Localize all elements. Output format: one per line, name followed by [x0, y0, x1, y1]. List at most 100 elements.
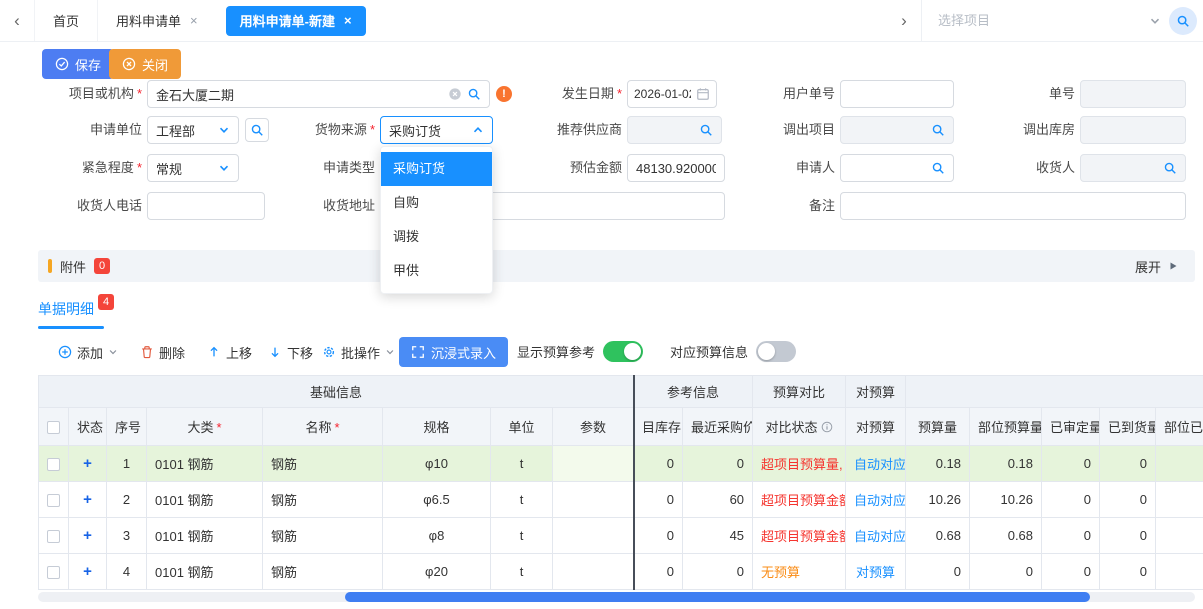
search-icon[interactable] [931, 123, 945, 137]
cell-part-budget-qty: 0.68 [970, 518, 1042, 554]
dropdown-option-owner-supply[interactable]: 甲供 [381, 254, 492, 288]
cell-category[interactable]: 0101 钢筋 [147, 446, 263, 482]
cell-name[interactable]: 钢筋 [263, 446, 383, 482]
move-down-button[interactable]: 下移 [268, 337, 313, 367]
cell-last-price: 45 [683, 518, 753, 554]
cell-spec[interactable]: φ10 [383, 446, 491, 482]
cell-category[interactable]: 0101 钢筋 [147, 554, 263, 590]
search-icon[interactable] [699, 123, 713, 137]
row-checkbox[interactable] [47, 566, 60, 579]
row-add-icon[interactable]: + [69, 446, 107, 482]
cell-param[interactable] [553, 554, 634, 590]
budget-info-toggle[interactable] [756, 341, 796, 362]
check-circle-icon [55, 57, 69, 71]
cell-part-more [1156, 518, 1203, 554]
show-budget-ref-label: 显示预算参考 [517, 342, 595, 361]
expand-button[interactable]: 展开 [1135, 257, 1179, 276]
row-checkbox[interactable] [47, 530, 60, 543]
cell-param[interactable] [553, 518, 634, 554]
cell-budget-link[interactable]: 自动对应 [846, 482, 906, 518]
table-row-3[interactable]: + 3 0101 钢筋 钢筋 φ8 t 0 45 超项目预算金额 自动对应 0.… [39, 518, 1203, 554]
close-button[interactable]: 关闭 [109, 49, 181, 79]
dropdown-option-purchase[interactable]: 采购订货 [381, 152, 492, 186]
cell-param[interactable] [553, 446, 634, 482]
clear-icon[interactable] [448, 87, 462, 101]
tab-material-request-new[interactable]: 用料申请单-新建 × [226, 6, 366, 36]
project-search-button[interactable] [1169, 7, 1197, 35]
horizontal-scrollbar[interactable] [38, 592, 1195, 602]
tab-detail-lines[interactable]: 单据明细 4 [38, 299, 114, 319]
row-checkbox-cell [39, 482, 69, 518]
cell-spec[interactable]: φ8 [383, 518, 491, 554]
search-icon[interactable] [931, 161, 945, 175]
recommended-supplier-label: 推荐供应商 [535, 116, 622, 144]
row-add-icon[interactable]: + [69, 518, 107, 554]
row-checkbox[interactable] [47, 494, 60, 507]
cell-part-budget-qty: 0 [970, 554, 1042, 590]
apply-unit-select[interactable]: 工程部 [147, 116, 239, 144]
table-row-1[interactable]: + 1 0101 钢筋 钢筋 φ10 t 0 0 超项目预算量, 自动对应 0.… [39, 446, 1203, 482]
cell-category[interactable]: 0101 钢筋 [147, 482, 263, 518]
cell-unit[interactable]: t [491, 518, 553, 554]
calendar-icon[interactable] [696, 87, 710, 101]
info-icon[interactable] [821, 421, 833, 433]
cell-name[interactable]: 钢筋 [263, 482, 383, 518]
cell-spec[interactable]: φ6.5 [383, 482, 491, 518]
row-add-icon[interactable]: + [69, 554, 107, 590]
cell-last-price: 60 [683, 482, 753, 518]
tab-material-request[interactable]: 用料申请单 × [97, 0, 216, 41]
show-budget-ref-toggle[interactable] [603, 341, 643, 362]
move-up-button[interactable]: 上移 [207, 337, 252, 367]
cell-unit[interactable]: t [491, 446, 553, 482]
occur-date-field[interactable]: 2026-01-02 1 [627, 80, 717, 108]
remark-field[interactable] [840, 192, 1186, 220]
save-button[interactable]: 保存 [42, 49, 114, 79]
applicant-field[interactable] [840, 154, 954, 182]
project-search-input[interactable] [938, 13, 1141, 28]
project-field[interactable]: 金石大厦二期 [147, 80, 490, 108]
user-doc-no-field[interactable] [840, 80, 954, 108]
header-category: 大类 [147, 408, 263, 446]
transfer-out-warehouse-field [1080, 116, 1186, 144]
delete-button[interactable]: 删除 [140, 337, 185, 367]
table-row-4[interactable]: + 4 0101 钢筋 钢筋 φ20 t 0 0 无预算 对预算 0 0 0 0 [39, 554, 1203, 590]
cell-unit[interactable]: t [491, 554, 553, 590]
frozen-column-divider [633, 375, 635, 590]
tab-close-icon[interactable]: × [190, 13, 198, 28]
dropdown-option-transfer[interactable]: 调拨 [381, 220, 492, 254]
tab-home[interactable]: 首页 [34, 0, 97, 41]
batch-operation-button[interactable]: 批操作 [322, 337, 395, 367]
dropdown-option-self-buy[interactable]: 自购 [381, 186, 492, 220]
immersive-entry-button[interactable]: 沉浸式录入 [399, 337, 508, 367]
urgency-select[interactable]: 常规 [147, 154, 239, 182]
receiver-label: 收货人 [1005, 154, 1075, 182]
tabs-back-icon[interactable]: ‹ [0, 11, 34, 31]
chevron-down-icon[interactable] [1149, 15, 1161, 27]
table-row-2[interactable]: + 2 0101 钢筋 钢筋 φ6.5 t 0 60 超项目预算金额 自动对应 … [39, 482, 1203, 518]
cell-spec[interactable]: φ20 [383, 554, 491, 590]
scrollbar-thumb[interactable] [345, 592, 1090, 602]
cell-param[interactable] [553, 482, 634, 518]
select-all-checkbox[interactable] [47, 421, 60, 434]
attachment-bar[interactable]: 附件 0 展开 [38, 250, 1195, 282]
cell-part-more [1156, 482, 1203, 518]
top-tab-bar: ‹ 首页 用料申请单 × 用料申请单-新建 × › [0, 0, 1203, 42]
cell-budget-link[interactable]: 自动对应 [846, 446, 906, 482]
grid-toolbar: 添加 删除 上移 下移 批操作 [0, 337, 1203, 367]
search-icon[interactable] [467, 87, 481, 101]
tabs-forward-icon[interactable]: › [887, 11, 921, 31]
estimated-amount-field[interactable]: 48130.920000000000 [627, 154, 725, 182]
goods-source-select[interactable]: 采购订货 [380, 116, 493, 144]
row-add-icon[interactable]: + [69, 482, 107, 518]
row-checkbox[interactable] [47, 458, 60, 471]
cell-unit[interactable]: t [491, 482, 553, 518]
tab-close-icon[interactable]: × [344, 13, 352, 28]
cell-budget-link[interactable]: 自动对应 [846, 518, 906, 554]
add-button[interactable]: 添加 [58, 337, 118, 367]
cell-name[interactable]: 钢筋 [263, 554, 383, 590]
chevron-down-icon [385, 347, 395, 357]
cell-name[interactable]: 钢筋 [263, 518, 383, 554]
cell-category[interactable]: 0101 钢筋 [147, 518, 263, 554]
cell-budget-link[interactable]: 对预算 [846, 554, 906, 590]
search-icon[interactable] [1163, 161, 1177, 175]
